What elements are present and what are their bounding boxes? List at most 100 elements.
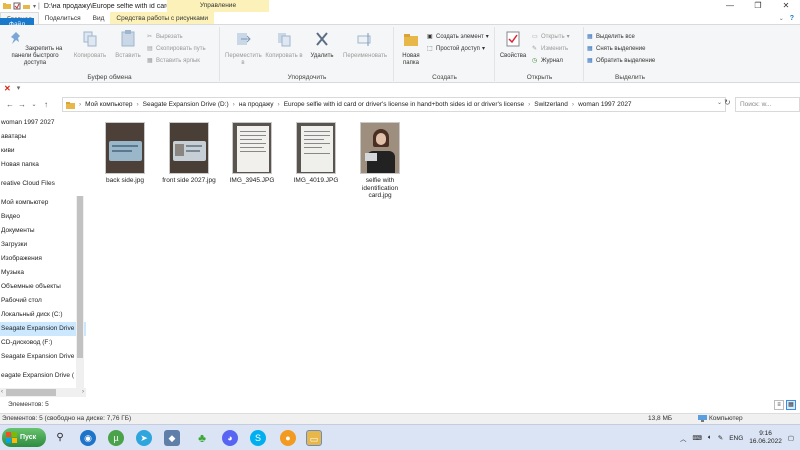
pen-icon[interactable]: ✎ xyxy=(718,434,723,442)
help-icon[interactable]: ? xyxy=(790,15,794,22)
sidebar-horizontal-scrollbar[interactable]: ‹ › xyxy=(0,388,86,397)
app-orange-icon[interactable]: ● xyxy=(280,430,296,446)
language-indicator[interactable]: ENG xyxy=(729,435,743,442)
close-x-icon[interactable]: ✕ xyxy=(4,84,11,93)
rename-button[interactable]: Переименовать xyxy=(339,30,391,60)
copy-to-button[interactable]: Копировать в xyxy=(265,30,303,60)
copy-path-button[interactable]: ▤ Скопировать путь xyxy=(147,45,206,53)
tab-view[interactable]: Вид xyxy=(87,12,111,24)
sidebar-item[interactable]: Рабочий стол xyxy=(0,294,86,308)
sidebar-item[interactable]: Объемные объекты xyxy=(0,280,86,294)
details-view-icon[interactable]: ≡ xyxy=(774,400,784,410)
history-button[interactable]: ◷ Журнал xyxy=(532,57,563,65)
file-item[interactable]: back side.jpg xyxy=(96,122,154,185)
properties-icon[interactable] xyxy=(13,2,21,10)
sidebar-item[interactable]: eagate Expansion Drive ( xyxy=(0,369,86,383)
maximize-button[interactable]: ❐ xyxy=(744,0,772,12)
paste-shortcut-button[interactable]: ▦ Вставить ярлык xyxy=(147,57,200,65)
sidebar-item[interactable]: Мой компьютер xyxy=(0,196,86,210)
file-item[interactable]: front side 2027.jpg xyxy=(160,122,218,185)
sidebar-item-selected[interactable]: Seagate Expansion Drive xyxy=(0,322,86,336)
chevron-down-icon[interactable]: ▾ xyxy=(17,84,21,92)
sidebar-item[interactable]: Локальный диск (C:) xyxy=(0,308,86,322)
search-icon[interactable]: ⚲ xyxy=(52,430,68,446)
minimize-button[interactable]: — xyxy=(716,0,744,12)
copy-button[interactable]: Копировать xyxy=(72,30,108,60)
sidebar-vertical-scrollbar[interactable] xyxy=(76,196,84,391)
up-arrow-icon[interactable]: ↑ xyxy=(40,100,52,109)
clock[interactable]: 9:16 16.06.2022 xyxy=(749,430,782,446)
easy-access-button[interactable]: ⬚ Простой доступ ▾ xyxy=(427,45,485,53)
invert-selection-button[interactable]: ▦ Обратить выделение xyxy=(587,57,655,65)
file-item[interactable]: IMG_4019.JPG xyxy=(287,122,345,185)
sidebar-item[interactable]: аватары xyxy=(0,130,86,144)
breadcrumb-item[interactable]: Seagate Expansion Drive (D:) xyxy=(143,101,229,108)
sidebar-item[interactable]: Документы xyxy=(0,224,86,238)
move-to-button[interactable]: Переместить в xyxy=(225,30,262,67)
paste-button[interactable]: Вставить xyxy=(112,30,144,60)
breadcrumb-item[interactable]: Europe selfie with id card or driver's l… xyxy=(284,101,524,108)
file-explorer-icon[interactable]: ▭ xyxy=(306,430,322,446)
scrollbar-thumb[interactable] xyxy=(77,196,83,358)
breadcrumb-item[interactable]: на продажу xyxy=(239,101,274,108)
select-all-button[interactable]: ▦ Выделить все xyxy=(587,33,635,41)
close-button[interactable]: ✕ xyxy=(772,0,800,12)
sidebar-item[interactable]: Видео xyxy=(0,210,86,224)
scrollbar-thumb[interactable] xyxy=(6,389,56,396)
sidebar-item[interactable]: Новая папка xyxy=(0,158,86,172)
start-button[interactable]: Пуск xyxy=(2,428,46,447)
open-button[interactable]: ▭ Открыть ▾ xyxy=(532,33,570,41)
select-all-label: Выделить все xyxy=(596,33,635,40)
sidebar-item[interactable]: Музыка xyxy=(0,266,86,280)
new-folder-icon[interactable] xyxy=(23,2,31,10)
properties-button[interactable]: Свойства xyxy=(498,30,528,60)
discord-icon[interactable]: ◕ xyxy=(222,430,238,446)
file-item[interactable]: IMG_3945.JPG xyxy=(223,122,281,185)
tab-picture-tools[interactable]: Средства работы с рисунками xyxy=(110,12,214,24)
refresh-icon[interactable]: ↻ xyxy=(724,98,731,107)
copy-label: Копировать xyxy=(73,53,107,59)
torrent-icon[interactable]: µ xyxy=(108,430,124,446)
breadcrumb-item[interactable]: Мой компьютер xyxy=(85,101,132,108)
recent-chevron-icon[interactable]: ⌄ xyxy=(28,101,40,108)
file-item[interactable]: selfie with identification card.jpg xyxy=(351,122,409,200)
sidebar-item[interactable]: woman 1997 2027 xyxy=(0,116,86,130)
sidebar-item[interactable]: reative Cloud Files xyxy=(0,177,86,191)
skype-icon[interactable]: S xyxy=(250,430,266,446)
breadcrumb-item[interactable]: Switzerland xyxy=(534,101,568,108)
breadcrumb[interactable]: › Мой компьютер › Seagate Expansion Driv… xyxy=(62,97,726,112)
breadcrumb-item[interactable]: woman 1997 2027 xyxy=(578,101,632,108)
large-icons-view-icon[interactable]: ▦ xyxy=(786,400,796,410)
clover-icon[interactable]: ♣ xyxy=(194,430,210,446)
sidebar-item[interactable]: киви xyxy=(0,144,86,158)
new-item-button[interactable]: ▣ Создать элемент ▾ xyxy=(427,33,489,41)
network-icon[interactable]: ⌨ xyxy=(692,434,701,442)
scroll-left-icon[interactable]: ‹ xyxy=(1,388,3,397)
select-none-button[interactable]: ▦ Снять выделение xyxy=(587,45,645,53)
search-input[interactable]: Поиск: w... xyxy=(735,97,800,112)
volume-icon[interactable]: 🔈︎ xyxy=(708,434,712,442)
app-icon[interactable]: ◆ xyxy=(164,430,180,446)
sidebar-item[interactable]: CD-дисковод (F:) xyxy=(0,336,86,350)
chevron-down-icon[interactable]: ▾ xyxy=(33,3,36,10)
new-item-icon: ▣ xyxy=(427,34,433,40)
cut-button[interactable]: ✂ Вырезать xyxy=(147,33,183,41)
search-placeholder: Поиск: w... xyxy=(740,101,772,108)
scroll-right-icon[interactable]: › xyxy=(82,388,84,397)
sidebar-item[interactable]: Seagate Expansion Drive xyxy=(0,350,86,364)
sidebar-item[interactable]: Загрузки xyxy=(0,238,86,252)
back-arrow-icon[interactable]: ← xyxy=(4,100,16,109)
sidebar-item[interactable]: Изображения xyxy=(0,252,86,266)
forward-arrow-icon[interactable]: → xyxy=(16,100,28,109)
telegram-icon[interactable]: ➤ xyxy=(136,430,152,446)
pin-quick-access-button[interactable]: Закрепить на панели быстрого доступа xyxy=(2,30,68,67)
chevron-down-icon[interactable]: ⌄ xyxy=(779,15,784,22)
tab-share[interactable]: Поделиться xyxy=(39,12,87,24)
notifications-icon[interactable]: ▢ xyxy=(788,434,794,442)
tray-chevron-icon[interactable]: ︿ xyxy=(680,433,687,443)
chevron-down-icon[interactable]: ⌄ xyxy=(717,99,722,106)
edit-button[interactable]: ✎ Изменить xyxy=(532,45,568,53)
delete-button[interactable]: Удалить xyxy=(307,30,337,60)
browser-icon[interactable]: ◉ xyxy=(80,430,96,446)
new-folder-button[interactable]: Новая папка xyxy=(397,30,425,67)
